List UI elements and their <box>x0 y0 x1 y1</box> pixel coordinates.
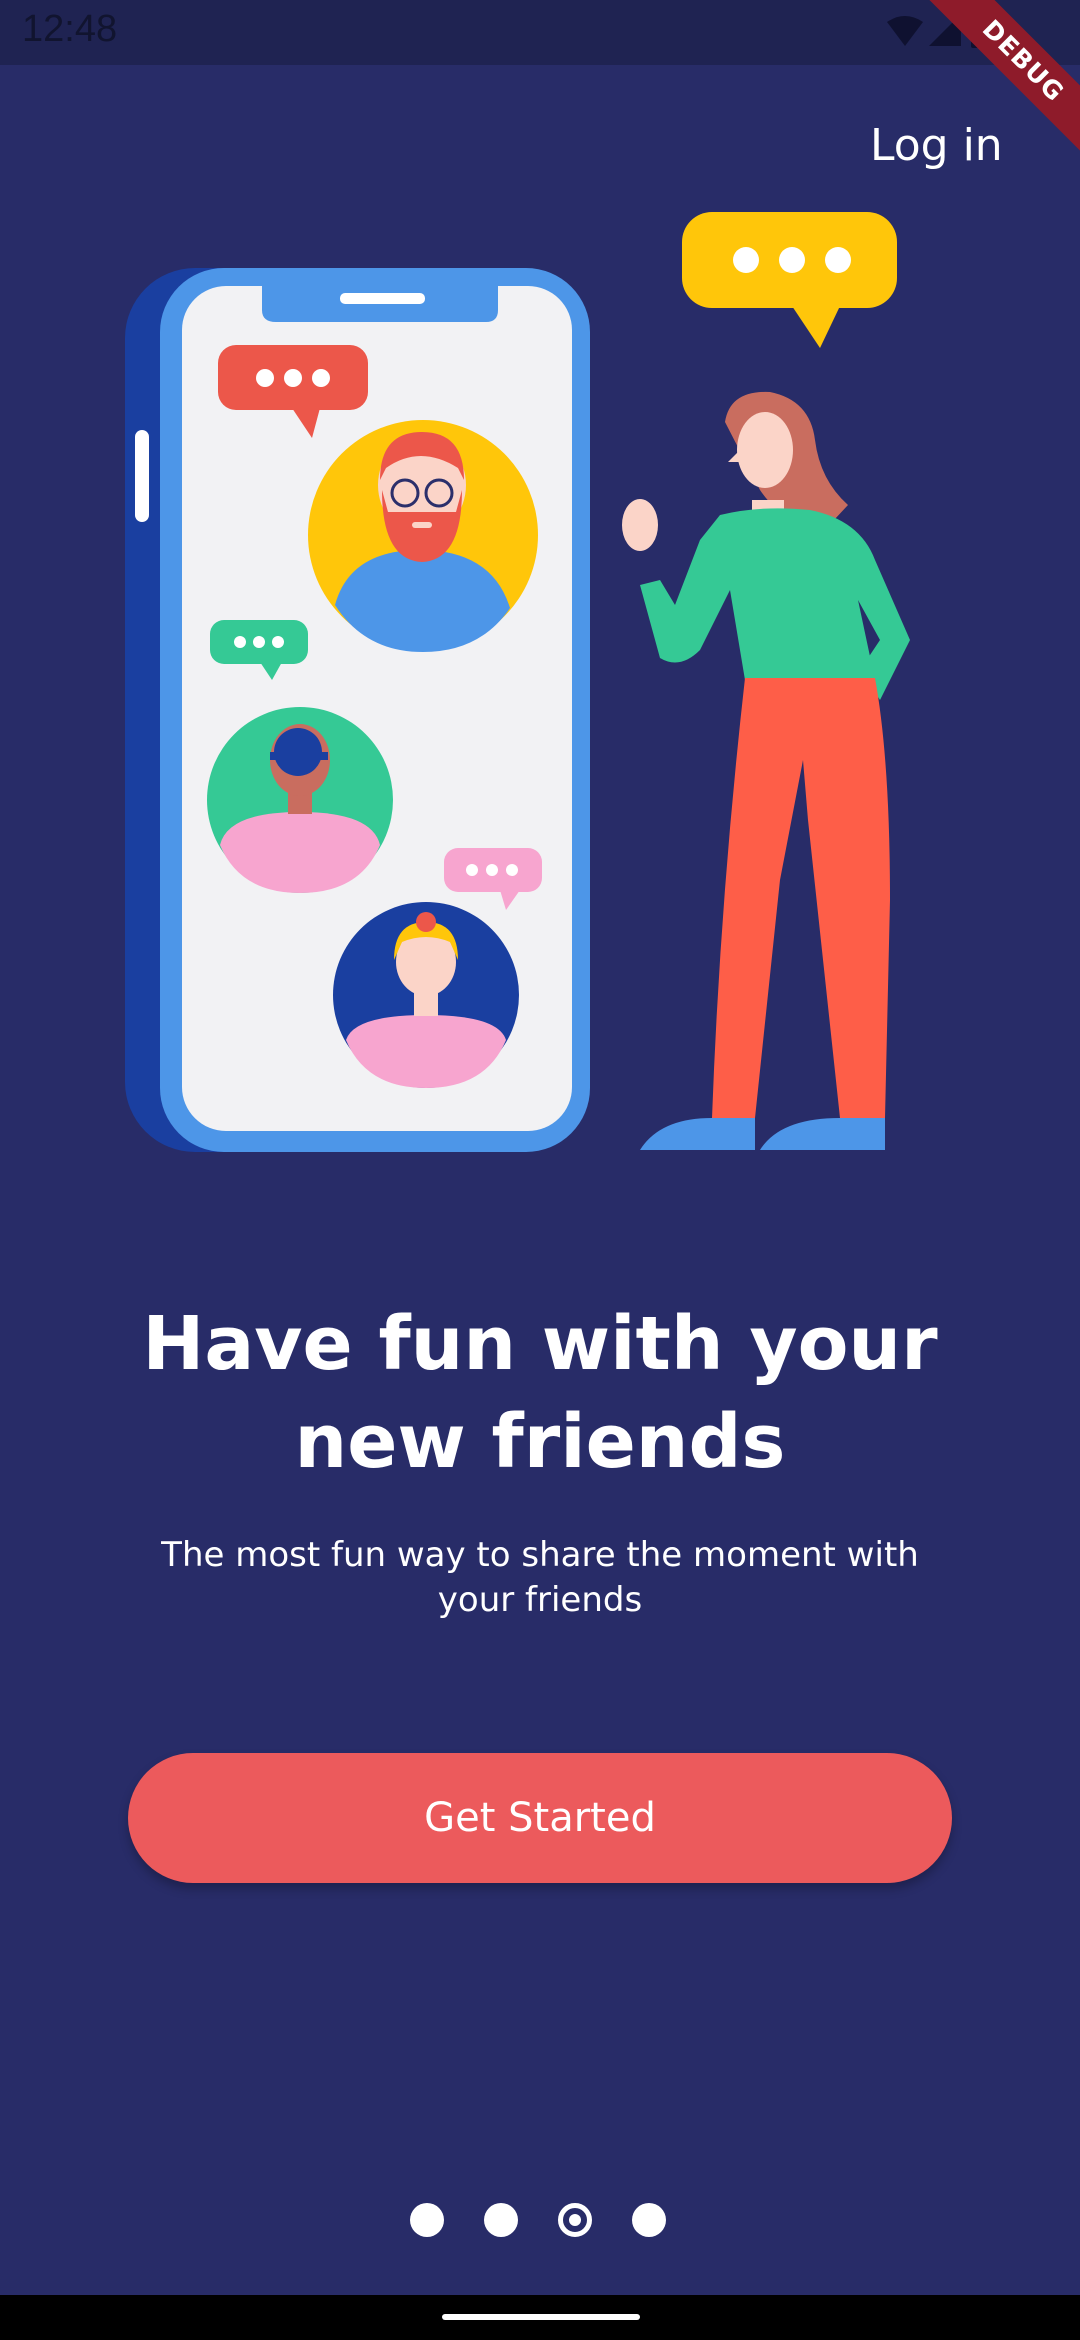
onboarding-illustration <box>125 212 910 1152</box>
home-indicator[interactable] <box>442 2314 640 2320</box>
avatar-green-circle <box>207 707 393 893</box>
onboarding-title: Have fun with your new friends <box>142 1301 938 1485</box>
page-dot-1[interactable] <box>410 2203 444 2237</box>
page-indicator <box>410 2203 680 2241</box>
page-dot-2[interactable] <box>484 2203 518 2237</box>
system-nav-bar <box>0 2295 1080 2340</box>
login-button[interactable]: Log in <box>870 120 1003 171</box>
status-time: 12:48 <box>22 8 118 50</box>
chat-bubble-yellow <box>682 212 897 348</box>
onboarding-subtitle: The most fun way to share the moment wit… <box>161 1535 919 1620</box>
page-dot-3-active[interactable] <box>558 2203 592 2237</box>
page-dot-4[interactable] <box>632 2203 666 2237</box>
avatar-blonde-woman <box>333 902 519 1088</box>
status-bar: 12:48 <box>0 0 1080 65</box>
woman-figure <box>622 391 910 1150</box>
wifi-icon <box>887 16 923 46</box>
get-started-button[interactable]: Get Started <box>128 1753 952 1883</box>
